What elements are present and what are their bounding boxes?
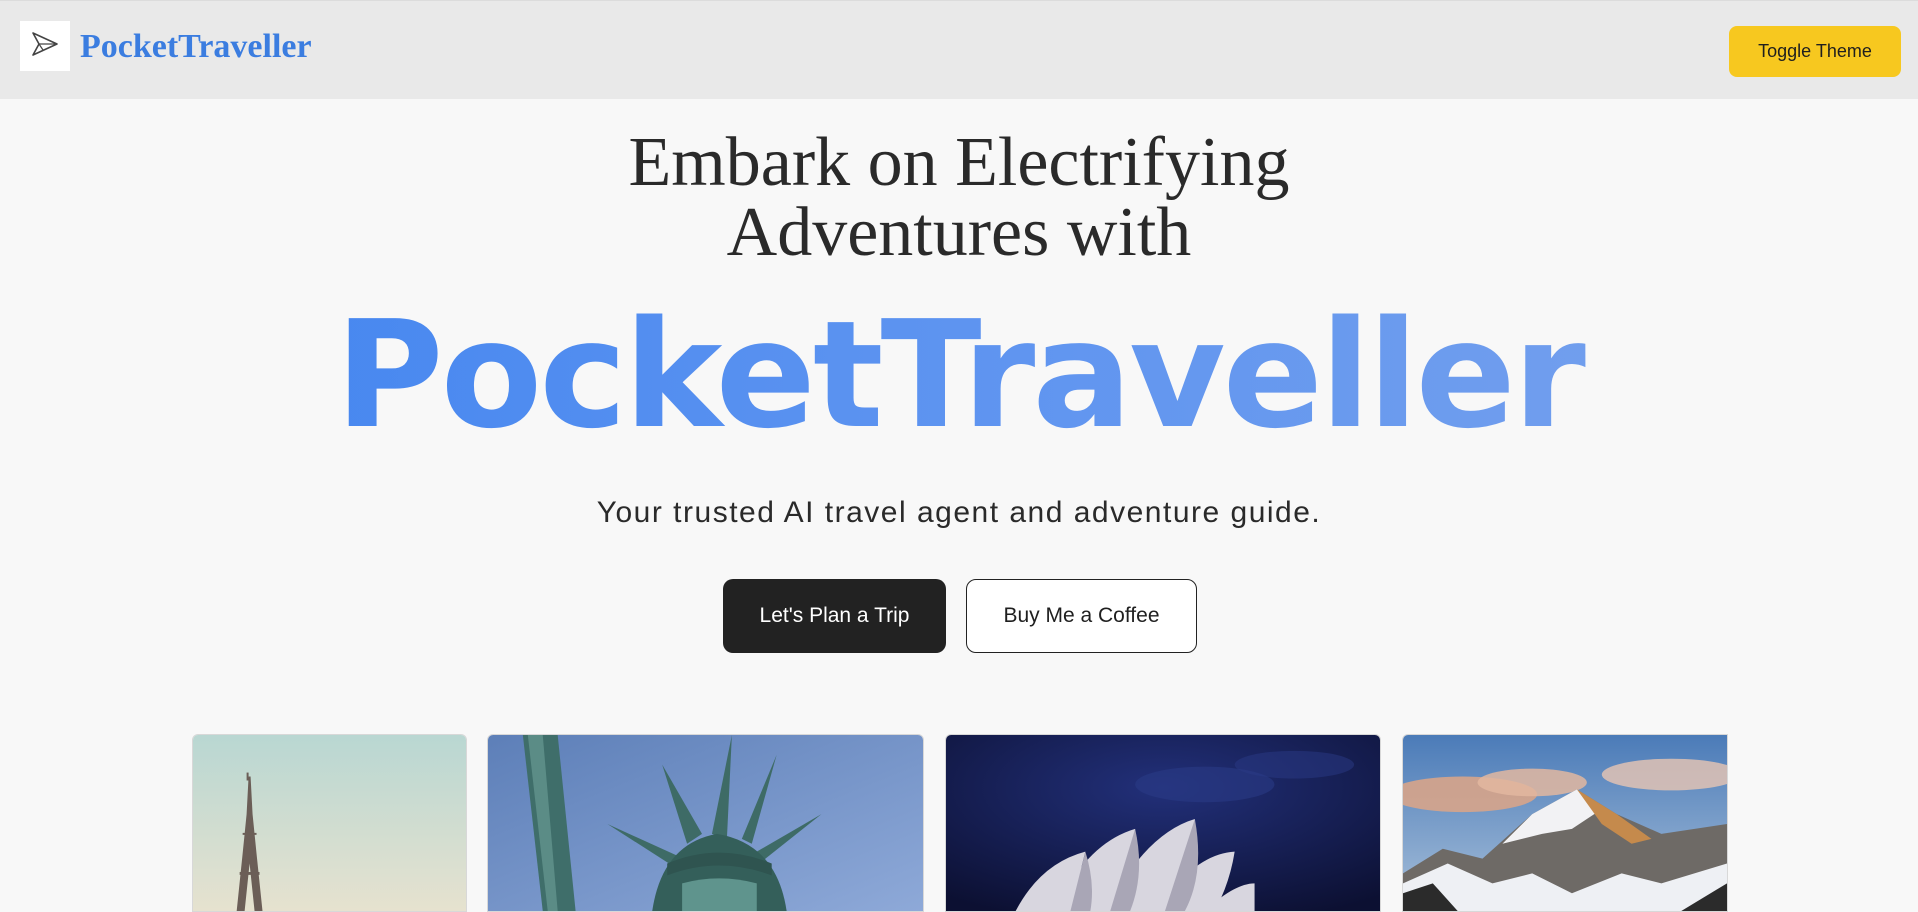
mountain-peak-image bbox=[1403, 735, 1727, 911]
hero-brand-title: PocketTraveller bbox=[0, 290, 1918, 460]
toggle-theme-button[interactable]: Toggle Theme bbox=[1729, 26, 1901, 77]
destination-card-sydney[interactable] bbox=[945, 734, 1381, 912]
hero-headline-line2: Adventures with bbox=[726, 194, 1192, 271]
hero-tagline: Your trusted AI travel agent and adventu… bbox=[596, 496, 1322, 529]
paper-plane-icon bbox=[30, 29, 60, 64]
eiffel-tower-image bbox=[193, 735, 466, 911]
logo[interactable] bbox=[20, 21, 70, 71]
statue-of-liberty-image bbox=[488, 735, 923, 911]
destination-card-liberty[interactable] bbox=[487, 734, 924, 912]
destination-card-mountain[interactable] bbox=[1402, 734, 1728, 912]
plan-trip-button[interactable]: Let's Plan a Trip bbox=[723, 579, 946, 653]
buy-coffee-button[interactable]: Buy Me a Coffee bbox=[966, 579, 1197, 653]
hero-headline-line1: Embark on Electrifying bbox=[628, 124, 1290, 201]
top-navbar: PocketTraveller Toggle Theme bbox=[0, 0, 1918, 99]
sydney-opera-house-image bbox=[946, 735, 1380, 911]
brand-name[interactable]: PocketTraveller bbox=[80, 28, 312, 66]
destination-card-eiffel[interactable] bbox=[192, 734, 467, 912]
hero-headline: Embark on Electrifying Adventures with bbox=[0, 128, 1918, 268]
